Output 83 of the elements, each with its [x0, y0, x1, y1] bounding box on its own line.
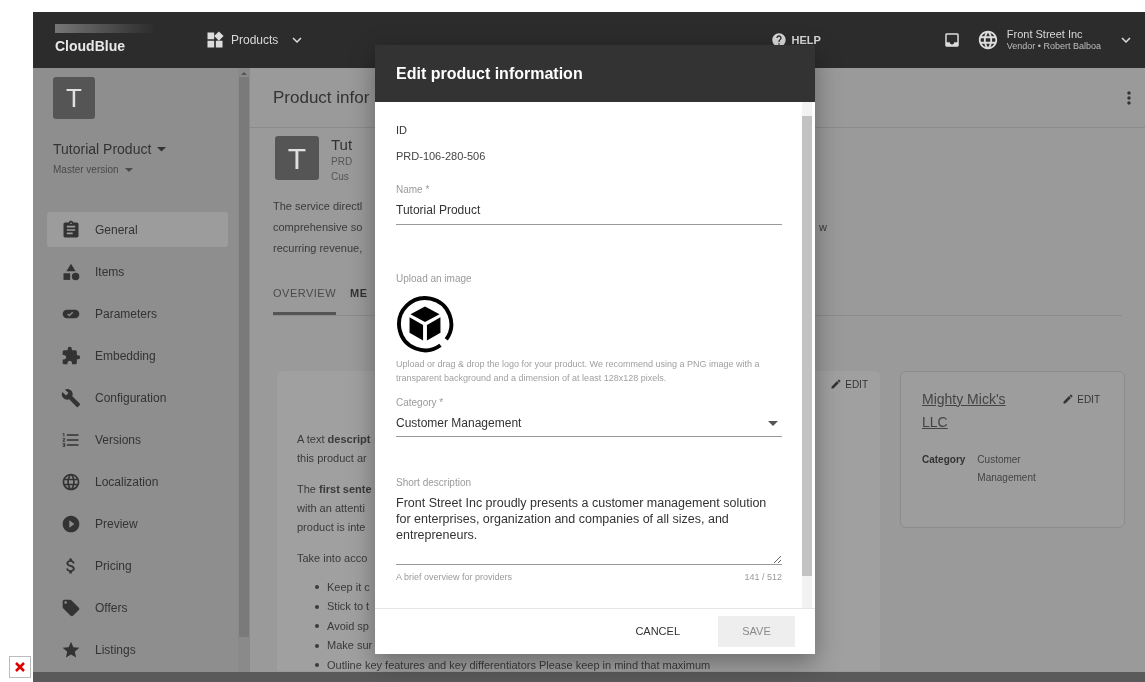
nav-item[interactable]: Configuration	[47, 380, 228, 415]
globe-icon	[61, 471, 81, 492]
widgets-icon	[205, 30, 225, 50]
account-menu[interactable]: Front Street Inc Vendor • Robert Balboa	[976, 28, 1135, 52]
field-label: Short description	[396, 476, 473, 490]
category-select[interactable]: Customer Management	[396, 414, 782, 437]
globe-icon	[976, 29, 999, 51]
overview-line: A text descript	[297, 431, 371, 447]
product-id: PRD	[331, 155, 353, 169]
vendor-link[interactable]: Mighty Mick's LLC	[922, 387, 1027, 434]
nav-item[interactable]: Offers	[47, 590, 228, 625]
account-role: Vendor • Robert Balboa	[1006, 40, 1101, 52]
overview-line: The first sente	[297, 481, 372, 497]
overview-line: product is inte	[297, 519, 366, 535]
scrollbar[interactable]	[802, 102, 812, 608]
nav-item[interactable]: Parameters	[47, 296, 228, 331]
shapes-icon	[61, 261, 81, 282]
bullet-text: Avoid sp	[327, 618, 369, 634]
field-label: Category *	[396, 396, 445, 410]
character-counter: 141 / 512	[744, 571, 782, 584]
nav-item[interactable]: Localization	[47, 464, 228, 499]
name-field[interactable]: Tutorial Product	[396, 201, 782, 225]
pencil-icon	[830, 378, 843, 390]
field-label: Upload an image	[396, 272, 473, 286]
help-icon	[771, 32, 788, 48]
product-category: Cus	[331, 170, 350, 184]
puzzle-icon	[61, 345, 81, 366]
product-avatar: T	[53, 77, 95, 119]
edit-button[interactable]: EDIT	[1062, 391, 1100, 407]
scrollbar[interactable]	[238, 68, 250, 672]
products-menu[interactable]: Products	[205, 30, 307, 50]
scroll-up-icon[interactable]	[241, 72, 247, 75]
nav-item[interactable]: Versions	[47, 422, 228, 457]
clipboard-icon	[61, 219, 81, 240]
page-title: Product infor	[273, 86, 370, 109]
version-switcher[interactable]: Master version	[53, 162, 133, 177]
nav-item[interactable]: Embedding	[47, 338, 228, 373]
product-name: Tut	[331, 136, 353, 154]
field-label: ID	[396, 123, 408, 138]
product-switcher[interactable]: Tutorial Product	[53, 139, 167, 160]
field-label: Category	[922, 452, 966, 467]
account-name: Front Street Inc	[1006, 28, 1083, 40]
product-avatar: T	[275, 136, 319, 180]
tab[interactable]: ME	[350, 279, 368, 315]
upload-hint: Upload or drag & drop the logo for your product. We recommend using a PNG image with a transparent background and a dimension of at least 128x128 pixels.	[396, 358, 761, 385]
scrollbar[interactable]	[33, 672, 1145, 682]
tag-icon	[61, 597, 81, 618]
cube-logo-icon	[396, 295, 454, 353]
inbox-icon[interactable]	[942, 31, 961, 49]
nav-item[interactable]: Preview	[47, 506, 228, 541]
description-line: The service directl	[273, 199, 364, 214]
nav-item[interactable]: General	[47, 212, 228, 247]
nav-item[interactable]: Listings	[47, 632, 228, 667]
field-value: Customer Management	[977, 452, 1037, 485]
wrench-icon	[61, 387, 81, 408]
caret-icon	[157, 147, 167, 152]
nav-item[interactable]: Pricing	[47, 548, 228, 583]
tab[interactable]: OVERVIEW	[273, 279, 337, 315]
short-description-field[interactable]: Front Street Inc proudly presents a customer management solution for enterprises, organization and companies of all sizes, and entrepreneurs.	[396, 495, 782, 565]
play-icon	[61, 513, 81, 534]
description-line: comprehensive so	[273, 220, 364, 235]
id-value: PRD-106-280-506	[396, 148, 487, 164]
nav-item[interactable]: Items	[47, 254, 228, 289]
caret-icon	[768, 420, 778, 426]
help-button[interactable]: HELP	[771, 31, 821, 49]
bullet-text: Make sur	[327, 638, 373, 654]
edit-button[interactable]: EDIT	[830, 376, 868, 392]
field-label: Name *	[396, 183, 431, 197]
description-line: recurring revenue,	[273, 241, 364, 256]
bullet-text: Keep it c	[327, 579, 370, 595]
logo[interactable]: CloudBlue	[55, 35, 155, 57]
description-fragment: w	[819, 220, 827, 235]
helper-text: A brief overview for providers	[396, 571, 513, 584]
overview-line: with an attenti	[297, 500, 365, 516]
bullet-text: Stick to t	[327, 599, 370, 615]
broken-image-icon	[9, 656, 31, 678]
overview-line: Take into acco	[297, 550, 368, 566]
cancel-button[interactable]: CANCEL	[627, 616, 688, 647]
bullet-text: Outline key features and key differentiators Please keep in mind that maximum	[327, 657, 711, 672]
pencil-icon	[1062, 393, 1075, 405]
overview-line: this product ar	[297, 450, 367, 466]
dialog-title: Edit product information	[396, 63, 583, 84]
caret-icon	[124, 167, 133, 172]
